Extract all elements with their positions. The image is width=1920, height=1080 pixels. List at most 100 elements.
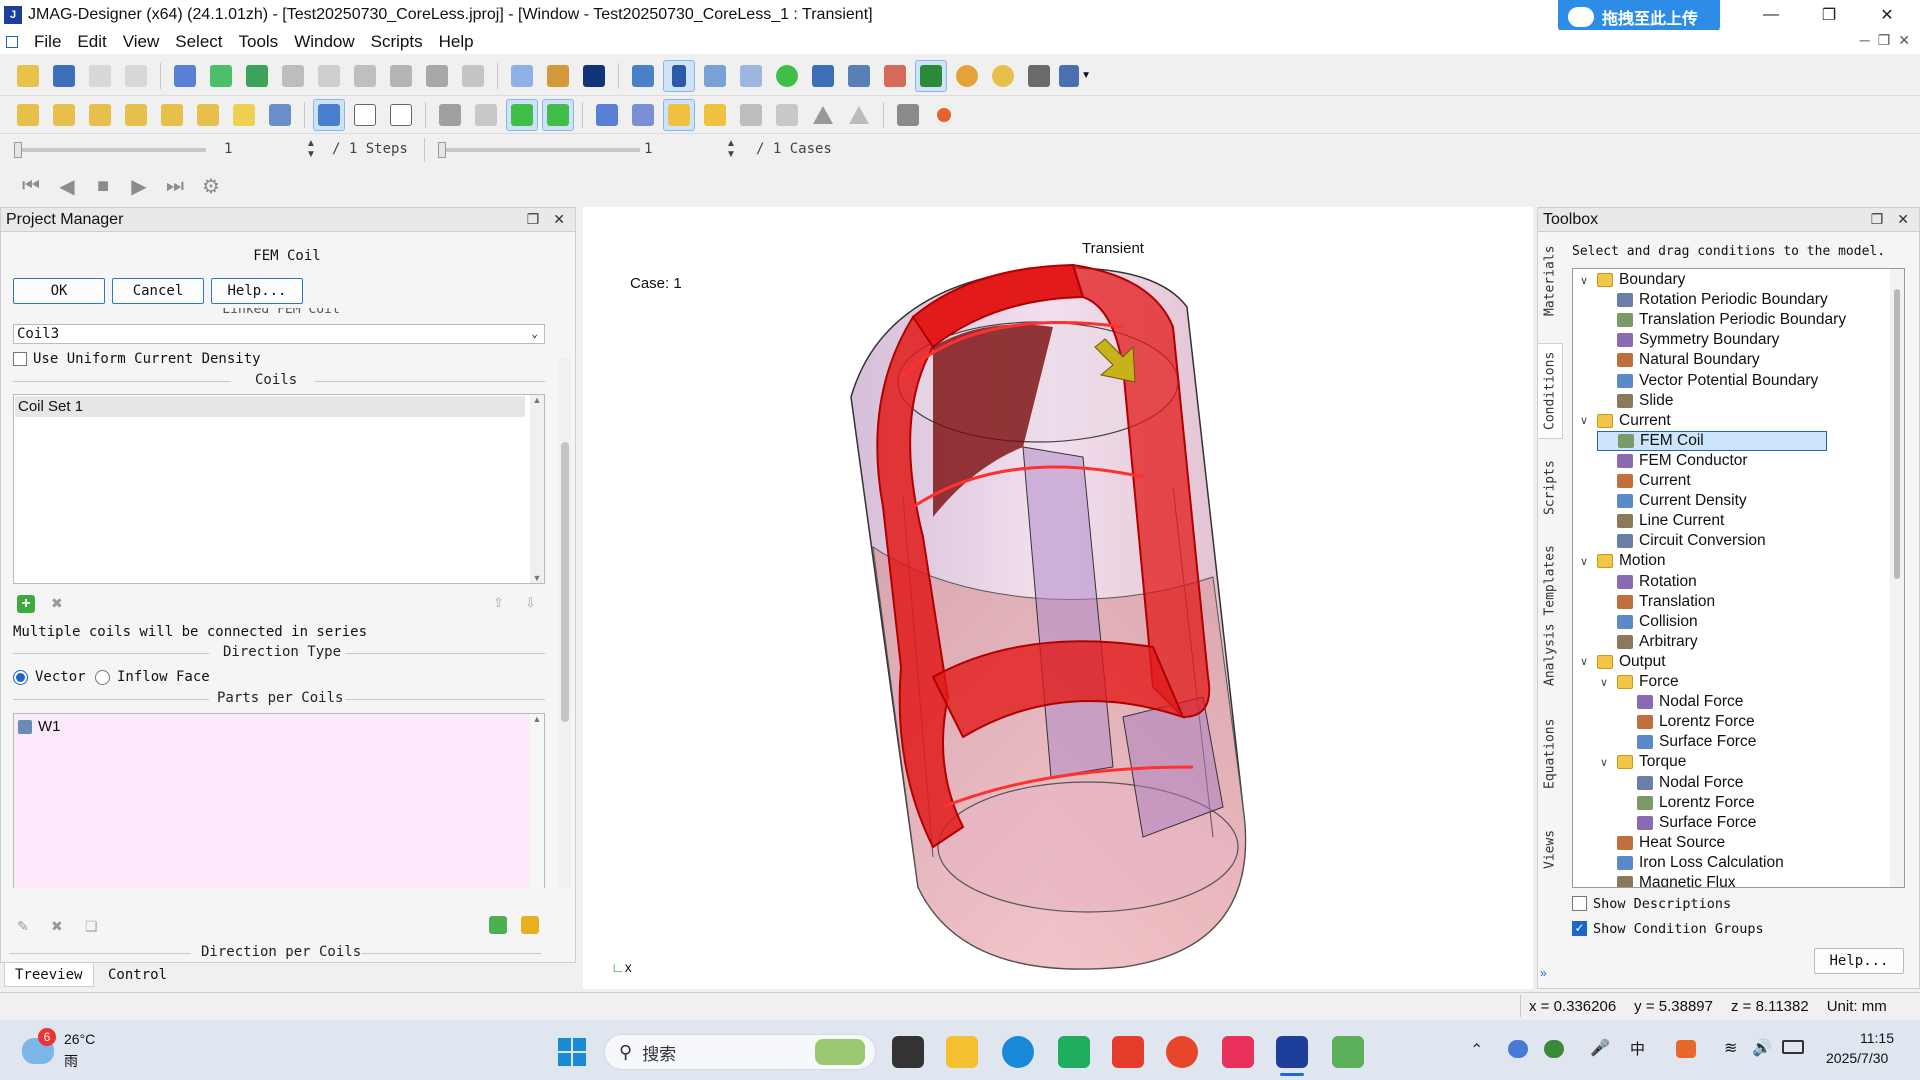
cylinder-button[interactable] xyxy=(421,60,453,92)
tray-chevron-icon[interactable]: ⌃ xyxy=(1470,1040,1483,1060)
tree-item[interactable]: FEM Conductor xyxy=(1597,451,1748,471)
float-icon[interactable]: ❐ xyxy=(527,211,540,228)
graph-button[interactable] xyxy=(506,60,538,92)
step-slider-thumb[interactable] xyxy=(14,142,22,158)
tree-item[interactable]: ∨ Current xyxy=(1577,411,1671,431)
tree-item[interactable]: Iron Loss Calculation xyxy=(1597,853,1784,873)
tree-item[interactable]: Lorentz Force xyxy=(1617,793,1755,813)
vtab-analysis-templates[interactable]: Analysis Templates xyxy=(1537,541,1563,691)
tree-item[interactable]: Rotation xyxy=(1597,572,1697,592)
add-part-icon[interactable] xyxy=(489,916,507,934)
inflow-face-radio[interactable] xyxy=(95,670,110,685)
view-bottom-button[interactable] xyxy=(228,99,260,131)
chevron-down-icon[interactable]: ∨ xyxy=(1577,414,1591,427)
box-button[interactable] xyxy=(457,60,489,92)
pattern-button[interactable] xyxy=(313,60,345,92)
body-gray-button[interactable] xyxy=(771,99,803,131)
delete-icon[interactable]: ✖ xyxy=(51,595,63,612)
scroll-up-icon[interactable]: ▲ xyxy=(530,395,544,405)
case-value[interactable]: 1 xyxy=(644,141,652,157)
menu-help[interactable]: Help xyxy=(431,32,482,52)
menu-scripts[interactable]: Scripts xyxy=(363,32,431,52)
panel-close-icon[interactable]: ✕ xyxy=(553,211,565,228)
shaded-button[interactable] xyxy=(313,98,345,131)
condition-tree[interactable]: ∨ Boundary Rotation Periodic Boundary Trans… xyxy=(1572,268,1905,888)
menu-tools[interactable]: Tools xyxy=(231,32,287,52)
edge-button[interactable] xyxy=(699,99,731,131)
tree-scrollbar[interactable] xyxy=(1890,269,1904,887)
solid-button[interactable] xyxy=(434,99,466,131)
tree-item[interactable]: FEM Coil xyxy=(1597,430,1827,451)
view-right-button[interactable] xyxy=(156,99,188,131)
tree-item[interactable]: Lorentz Force xyxy=(1617,712,1755,732)
move-up-icon[interactable]: ⇧ xyxy=(493,595,504,611)
file-explorer-icon[interactable] xyxy=(946,1036,978,1068)
help-button[interactable]: Help... xyxy=(211,278,303,304)
wps-icon[interactable] xyxy=(1112,1036,1144,1068)
green-body-button[interactable] xyxy=(542,98,574,131)
tree-item[interactable]: Collision xyxy=(1597,612,1698,632)
case-spinner-icon[interactable]: ▲ ▼ xyxy=(726,138,736,160)
edge-icon[interactable] xyxy=(1002,1036,1034,1068)
delete-part-icon[interactable]: ✖ xyxy=(51,918,63,935)
vertex-button[interactable] xyxy=(735,99,767,131)
model-viewport[interactable]: Transient Case: 1 ∟x xyxy=(583,207,1533,989)
lens-button[interactable] xyxy=(951,60,983,92)
tree-item[interactable]: Natural Boundary xyxy=(1597,350,1760,370)
record-button[interactable] xyxy=(928,99,960,131)
mdi-close-icon[interactable]: ✕ xyxy=(1898,32,1910,49)
last-frame-icon[interactable]: ⏭ xyxy=(162,173,188,199)
save-button[interactable] xyxy=(48,60,80,92)
parts-scrollbar[interactable]: ▲ xyxy=(530,714,544,888)
coil-set-item[interactable]: Coil Set 1 xyxy=(15,396,525,417)
parts-list[interactable]: W1 ▲ xyxy=(13,713,545,888)
tree-item[interactable]: Arbitrary xyxy=(1597,632,1698,652)
green-part-button[interactable] xyxy=(506,98,538,131)
redo-button[interactable] xyxy=(120,60,152,92)
vtab-conditions[interactable]: Conditions xyxy=(1537,343,1563,439)
ok-button[interactable]: OK xyxy=(13,278,105,304)
tree-item[interactable]: ∨ Boundary xyxy=(1577,270,1685,290)
stop-icon[interactable]: ■ xyxy=(90,173,116,199)
vtab-materials[interactable]: Materials xyxy=(1537,241,1563,321)
tree-item[interactable]: Symmetry Boundary xyxy=(1597,330,1779,350)
face-yellow-button[interactable] xyxy=(663,98,695,131)
previous-frame-icon[interactable]: ◀ xyxy=(54,173,80,199)
view-front-button[interactable] xyxy=(48,99,80,131)
coils-scrollbar[interactable]: ▲ ▼ xyxy=(530,395,544,583)
case-slider-thumb[interactable] xyxy=(438,142,446,158)
step-value[interactable]: 1 xyxy=(224,141,232,157)
expand-panel-icon[interactable]: » xyxy=(1540,966,1556,982)
view-back-button[interactable] xyxy=(84,99,116,131)
app-green-icon[interactable] xyxy=(1332,1036,1364,1068)
show-descriptions-checkbox[interactable] xyxy=(1572,896,1587,911)
app-tray-icon[interactable] xyxy=(1676,1040,1696,1058)
rotate-button[interactable] xyxy=(771,60,803,92)
hidden-line-button[interactable] xyxy=(385,99,417,131)
menu-file[interactable]: File xyxy=(26,32,69,52)
window-button[interactable] xyxy=(1023,60,1055,92)
wire-button[interactable] xyxy=(349,60,381,92)
scroll-up-icon[interactable]: ▲ xyxy=(530,714,544,724)
mdi-restore-icon[interactable]: ❐ xyxy=(1878,32,1891,49)
vtab-views[interactable]: Views xyxy=(1537,819,1563,879)
tree-item[interactable]: ∨ Torque xyxy=(1597,752,1686,772)
tree-item[interactable]: ∨ Motion xyxy=(1577,551,1666,571)
store-icon[interactable] xyxy=(1058,1036,1090,1068)
fit-button[interactable] xyxy=(627,60,659,92)
open-button[interactable] xyxy=(12,60,44,92)
battery-icon[interactable] xyxy=(1782,1040,1804,1054)
transparent-button[interactable] xyxy=(470,99,502,131)
tab-treeview[interactable]: Treeview xyxy=(4,963,94,987)
gear-tool-button[interactable] xyxy=(987,60,1019,92)
cancel-button[interactable]: Cancel xyxy=(112,278,204,304)
tree-item[interactable]: Translation xyxy=(1597,592,1715,612)
clock-date[interactable]: 2025/7/30 xyxy=(1826,1050,1888,1066)
zoom-button[interactable] xyxy=(699,60,731,92)
vtab-scripts[interactable]: Scripts xyxy=(1537,453,1563,523)
tree-item[interactable]: Surface Force xyxy=(1617,813,1756,833)
sync-icon[interactable] xyxy=(1544,1040,1564,1058)
tree-item[interactable]: Nodal Force xyxy=(1617,692,1743,712)
toolbox-help-button[interactable]: Help... xyxy=(1814,948,1904,974)
show-condition-groups-checkbox[interactable]: ✓ xyxy=(1572,921,1587,936)
